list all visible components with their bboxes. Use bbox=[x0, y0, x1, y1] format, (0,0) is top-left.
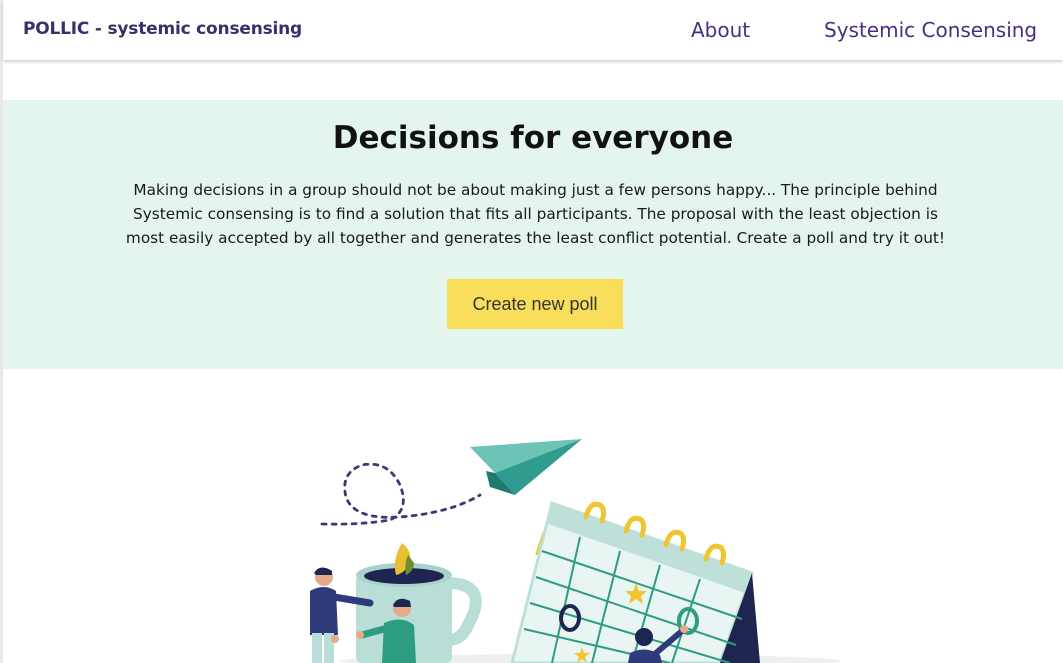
create-new-poll-button[interactable]: Create new poll bbox=[447, 279, 623, 329]
hero-title: Decisions for everyone bbox=[332, 120, 734, 156]
coffee-mug-icon bbox=[356, 543, 482, 663]
paper-plane-icon bbox=[470, 439, 582, 495]
page: POLLIC - systemic consensing About Syste… bbox=[0, 0, 1063, 663]
navbar: POLLIC - systemic consensing About Syste… bbox=[3, 0, 1063, 60]
hero-section: Decisions for everyone Making decisions … bbox=[3, 100, 1063, 369]
nav-link-about[interactable]: About bbox=[691, 18, 750, 42]
dotted-flight-path bbox=[320, 462, 482, 526]
hero-description: Making decisions in a group should not b… bbox=[125, 181, 946, 247]
brand-title[interactable]: POLLIC - systemic consensing bbox=[23, 19, 302, 39]
team-planning-illustration bbox=[310, 439, 840, 663]
nav-link-systemic-consensing[interactable]: Systemic Consensing bbox=[824, 18, 1037, 42]
